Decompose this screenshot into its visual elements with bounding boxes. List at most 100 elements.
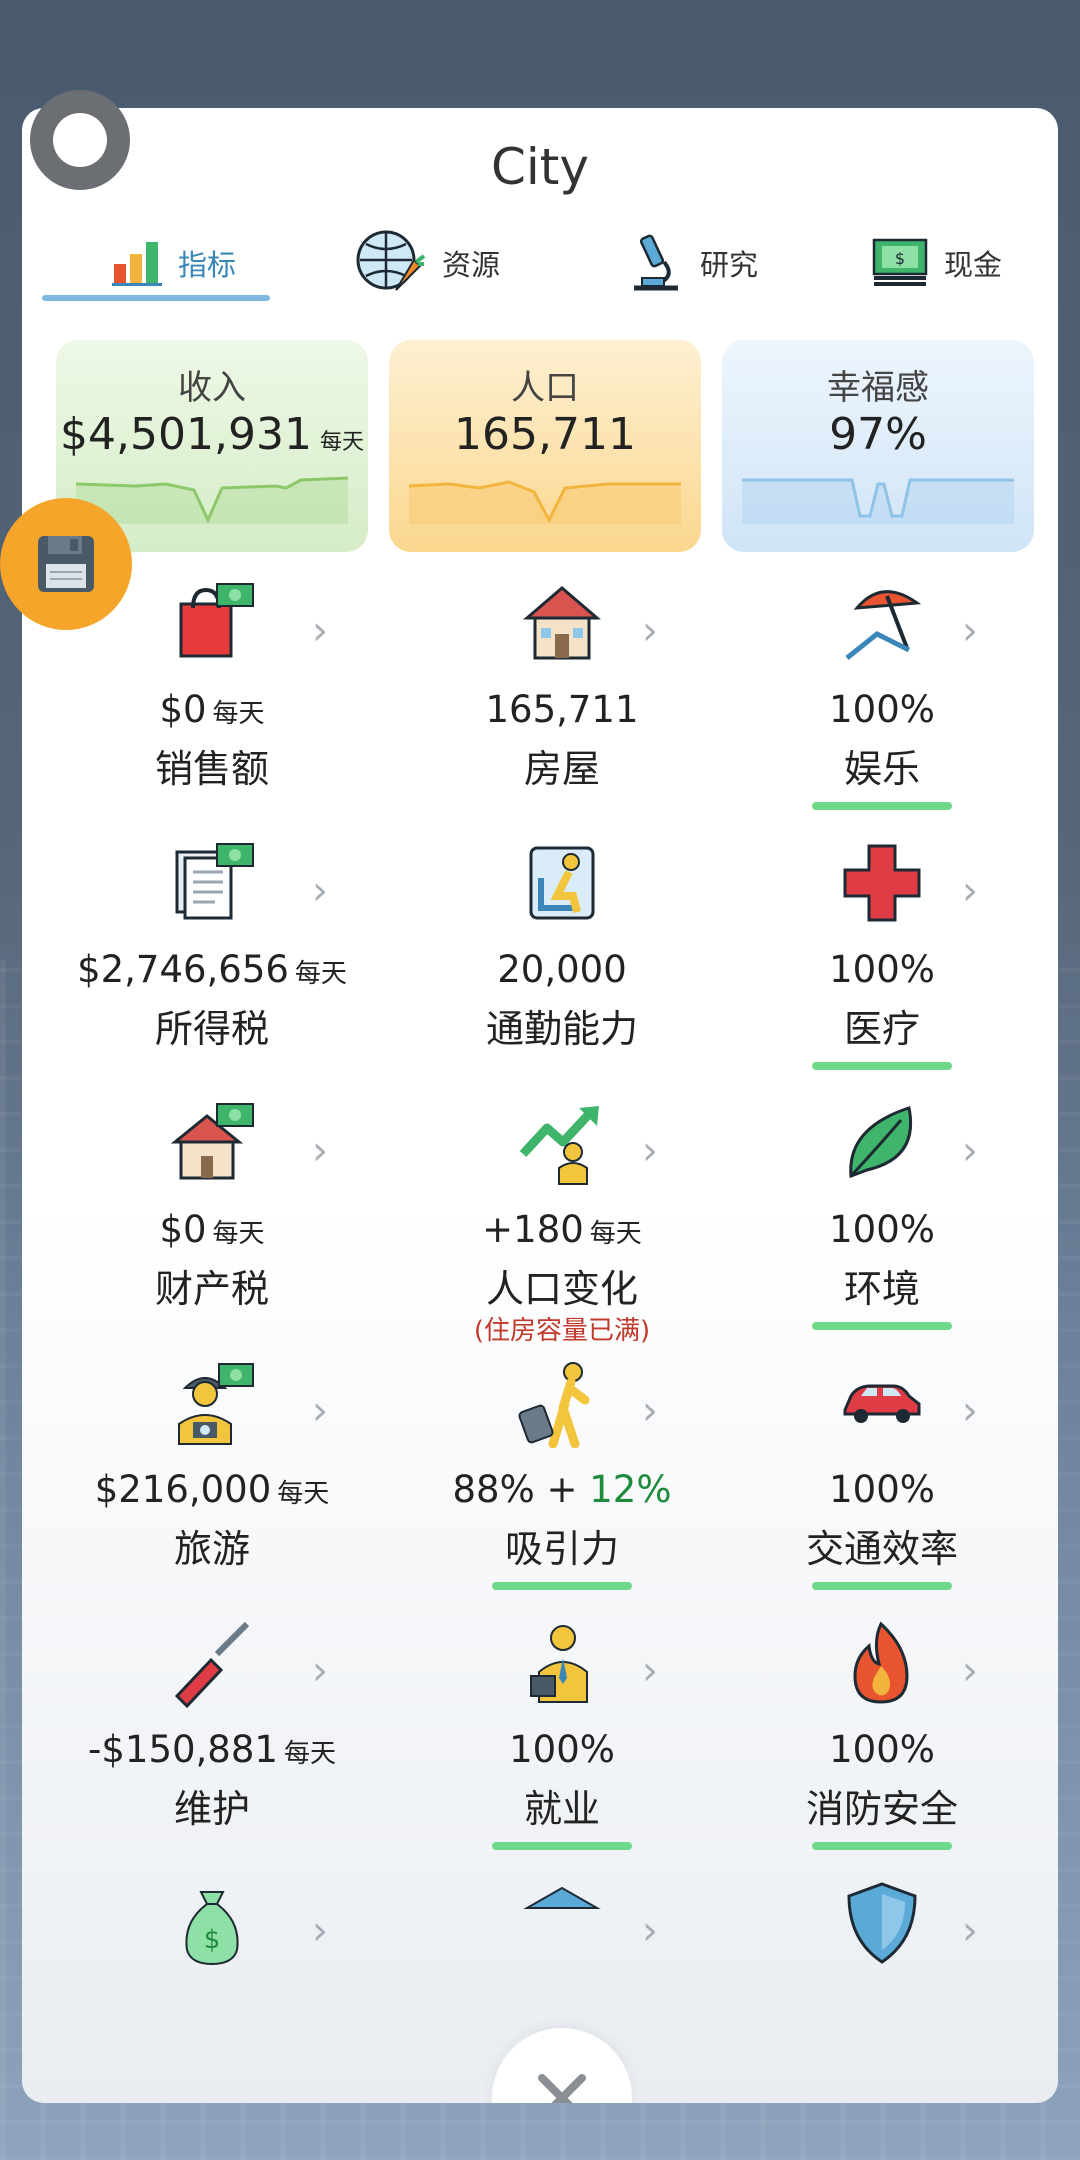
population-card[interactable]: 人口 165,711 [389,340,701,552]
income-value: $4,501,931 每天 [60,409,364,460]
stat-employment[interactable]: › 100% 就业 [392,1618,732,1858]
happiness-sparkline [742,478,1014,524]
tab-indicators[interactable]: 指标 [112,223,236,303]
stat-value: 100% [829,1468,935,1511]
stat-entertainment[interactable]: › 100% 娱乐 [712,578,1052,818]
population-value: 165,711 [454,409,636,460]
stat-tourism[interactable]: › $216,000 每天 旅游 [42,1358,382,1598]
floppy-disk-icon [38,536,94,592]
commuter-seat-icon [529,846,595,920]
stat-label: 旅游 [173,1527,250,1571]
stat-income-tax[interactable]: › $2,746,656 每天 所得税 [42,838,382,1078]
stat-value: 20,000 [497,948,627,991]
traveler-icon [518,1362,590,1448]
chevron-right-icon: › [962,1128,978,1174]
stat-commute[interactable]: › 20,000 通勤能力 [392,838,732,1078]
stat-label: 房屋 [523,747,600,791]
stat-security[interactable]: › [712,1878,1052,1998]
stat-value: 100% [829,688,935,731]
shopping-bag-icon [179,583,254,658]
stat-attraction[interactable]: › 88% + 12% 吸引力 [392,1358,732,1598]
cash-icon: $ [872,238,928,286]
stat-fire-safety[interactable]: › 100% 消防安全 [712,1618,1052,1858]
tab-resources[interactable]: 资源 [356,223,500,303]
stat-building[interactable]: › [392,1878,732,1998]
stat-value: $216,000 每天 [94,1468,330,1511]
stat-label: 通勤能力 [485,1007,638,1051]
stat-population-change[interactable]: › +180 每天 人口变化 (住房容量已满) [392,1098,732,1346]
stat-environment[interactable]: › 100% 环境 [712,1098,1052,1338]
happiness-card[interactable]: 幸福感 97% [722,340,1034,552]
close-icon [538,2074,586,2103]
progress-bar [812,802,952,810]
tab-label: 研究 [700,248,759,282]
car-icon [843,1384,921,1423]
progress-bar [492,1842,632,1850]
stat-label: 财产税 [154,1267,269,1311]
save-button[interactable] [0,498,132,630]
stat-label: 人口变化 [485,1267,638,1311]
tab-label: 现金 [944,248,1003,282]
stat-maintenance[interactable]: › -$150,881 每天 维护 [42,1618,382,1858]
stat-housing[interactable]: › 165,711 房屋 [392,578,732,818]
chevron-right-icon: › [962,608,978,654]
tourist-icon [178,1363,254,1445]
tab-label: 资源 [442,248,501,282]
stat-value: +180 每天 [482,1208,642,1251]
population-sparkline [409,480,681,524]
chevron-right-icon: › [312,868,328,914]
active-tab-indicator [42,295,270,301]
chevron-right-icon: › [312,1648,328,1694]
stat-value: 100% [509,1728,615,1771]
stat-label: 就业 [523,1787,600,1831]
chevron-right-icon: › [962,1908,978,1954]
stat-property-tax[interactable]: › $0 每天 财产税 [42,1098,382,1338]
chevron-right-icon: › [642,1908,658,1954]
stat-value: -$150,881 每天 [88,1728,336,1771]
stat-money-bag[interactable]: $ › [42,1878,382,1998]
tab-research[interactable]: 研究 [628,223,758,303]
happiness-value: 97% [829,409,927,460]
fire-icon [853,1621,909,1704]
stat-value: 165,711 [485,688,639,731]
stat-value: 100% [829,948,935,991]
microscope-icon [634,234,678,291]
city-panel: City 指标 资源 研究 $ 现金 收入 $4,501,931 每天 人口 1… [22,108,1058,2103]
settings-button[interactable] [30,90,130,190]
tab-cash[interactable]: $ 现金 [872,223,1002,303]
stat-label: 娱乐 [843,747,920,791]
svg-text:$: $ [895,249,905,268]
chevron-right-icon: › [642,608,658,654]
stat-value: $2,746,656 每天 [77,948,347,991]
stat-label: 交通效率 [805,1527,958,1571]
stat-health[interactable]: › 100% 医疗 [712,838,1052,1078]
close-button[interactable] [492,2028,632,2103]
chevron-right-icon: › [642,1128,658,1174]
income-label: 收入 [178,368,246,408]
worker-icon [530,1625,588,1703]
population-label: 人口 [511,368,579,408]
screwdriver-icon [174,1621,250,1708]
stat-value: 88% + 12% [452,1468,672,1511]
stat-traffic[interactable]: › 100% 交通效率 [712,1358,1052,1598]
settings-icon [53,113,107,167]
progress-bar [812,1842,952,1850]
attraction-bonus: 12% [589,1468,672,1511]
happiness-label: 幸福感 [827,368,929,408]
stat-label: 维护 [173,1787,250,1831]
document-cash-icon [175,843,254,920]
chevron-right-icon: › [312,1908,328,1954]
medical-cross-icon [843,844,921,922]
chevron-right-icon: › [312,608,328,654]
stat-value: $0 每天 [159,1208,265,1251]
stat-label: 所得税 [154,1007,269,1051]
chevron-right-icon: › [642,1388,658,1434]
summary-cards: 收入 $4,501,931 每天 人口 165,711 幸福感 97% [56,340,1034,552]
income-sparkline [76,476,348,524]
shield-icon [847,1882,917,1964]
page-title: City [491,138,589,196]
house-cash-icon [170,1103,254,1180]
house-icon [522,586,602,660]
beach-umbrella-icon [845,590,922,660]
stat-label: 医疗 [843,1007,920,1051]
